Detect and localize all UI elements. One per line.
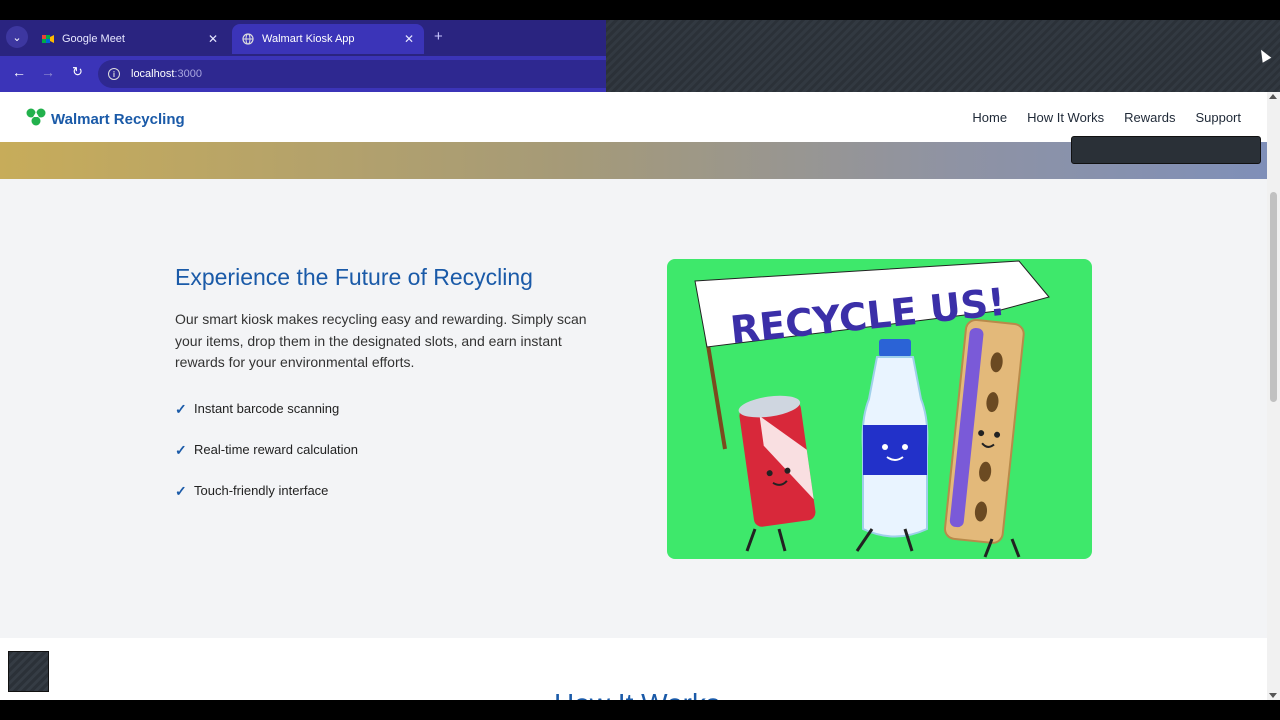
how-it-works-section: How It Works [0, 638, 1267, 700]
section-title: How It Works [554, 688, 720, 700]
screen: ⌄ Google Meet ✕ Walmart Kiosk App ✕ + ← … [0, 0, 1280, 720]
hero-gradient-banner [0, 136, 1267, 179]
web-page: Walmart Recycling Home How It Works Rewa… [0, 92, 1267, 700]
recycle-us-illustration: RECYCLE US! [667, 259, 1092, 559]
floating-overlay-box [8, 651, 49, 692]
globe-icon [242, 33, 254, 45]
overlay-box [1071, 136, 1261, 164]
feature-item: ✓ Touch-friendly interface [175, 483, 329, 499]
tab-search-chevron-icon[interactable]: ⌄ [6, 26, 28, 48]
browser-toolbar: ← → ↻ i localhost:3000 [0, 56, 606, 92]
close-tab-icon[interactable]: ✕ [208, 32, 218, 46]
forward-arrow-icon[interactable]: → [41, 64, 55, 80]
close-tab-icon[interactable]: ✕ [404, 32, 414, 46]
browser-chrome: ⌄ Google Meet ✕ Walmart Kiosk App ✕ + ← … [0, 20, 606, 92]
tab-title: Walmart Kiosk App [262, 33, 355, 45]
brand-logo[interactable]: Walmart Recycling [26, 108, 185, 131]
tab-walmart-kiosk[interactable]: Walmart Kiosk App ✕ [232, 24, 424, 54]
hero-title: Experience the Future of Recycling [175, 264, 533, 290]
checkmark-icon: ✓ [175, 442, 187, 458]
back-arrow-icon[interactable]: ← [12, 64, 26, 80]
brand-name: Walmart Recycling [51, 111, 185, 128]
main-nav: Home How It Works Rewards Support [972, 110, 1241, 125]
scrollbar-thumb[interactable] [1270, 192, 1277, 402]
scroll-up-icon[interactable] [1269, 94, 1277, 99]
nav-rewards[interactable]: Rewards [1124, 110, 1175, 125]
google-meet-icon [42, 33, 54, 45]
site-info-icon[interactable]: i [108, 68, 120, 80]
checkmark-icon: ✓ [175, 483, 187, 499]
nav-support[interactable]: Support [1195, 110, 1241, 125]
recycle-logo-icon [26, 108, 46, 131]
address-bar[interactable]: i localhost:3000 [98, 60, 606, 88]
new-tab-icon[interactable]: + [434, 28, 443, 45]
tab-title: Google Meet [62, 33, 125, 45]
feature-list: ✓ Instant barcode scanning ✓ Real-time rew… [175, 401, 358, 524]
screen-share-overlay [606, 20, 1280, 92]
checkmark-icon: ✓ [175, 401, 187, 417]
url-text: localhost:3000 [131, 68, 202, 80]
tab-bar: ⌄ Google Meet ✕ Walmart Kiosk App ✕ + [0, 20, 606, 54]
page-scrollbar[interactable] [1267, 92, 1280, 700]
site-header: Walmart Recycling Home How It Works Rewa… [0, 92, 1267, 142]
nav-how-it-works[interactable]: How It Works [1027, 110, 1104, 125]
tab-google-meet[interactable]: Google Meet ✕ [32, 24, 228, 54]
reload-icon[interactable]: ↻ [72, 64, 83, 80]
feature-item: ✓ Real-time reward calculation [175, 442, 359, 458]
feature-item: ✓ Instant barcode scanning [175, 401, 340, 417]
hero-section: Experience the Future of Recycling Our s… [0, 179, 1267, 638]
hero-description: Our smart kiosk makes recycling easy and… [175, 311, 587, 370]
scroll-down-icon[interactable] [1269, 693, 1277, 698]
nav-home[interactable]: Home [972, 110, 1007, 125]
